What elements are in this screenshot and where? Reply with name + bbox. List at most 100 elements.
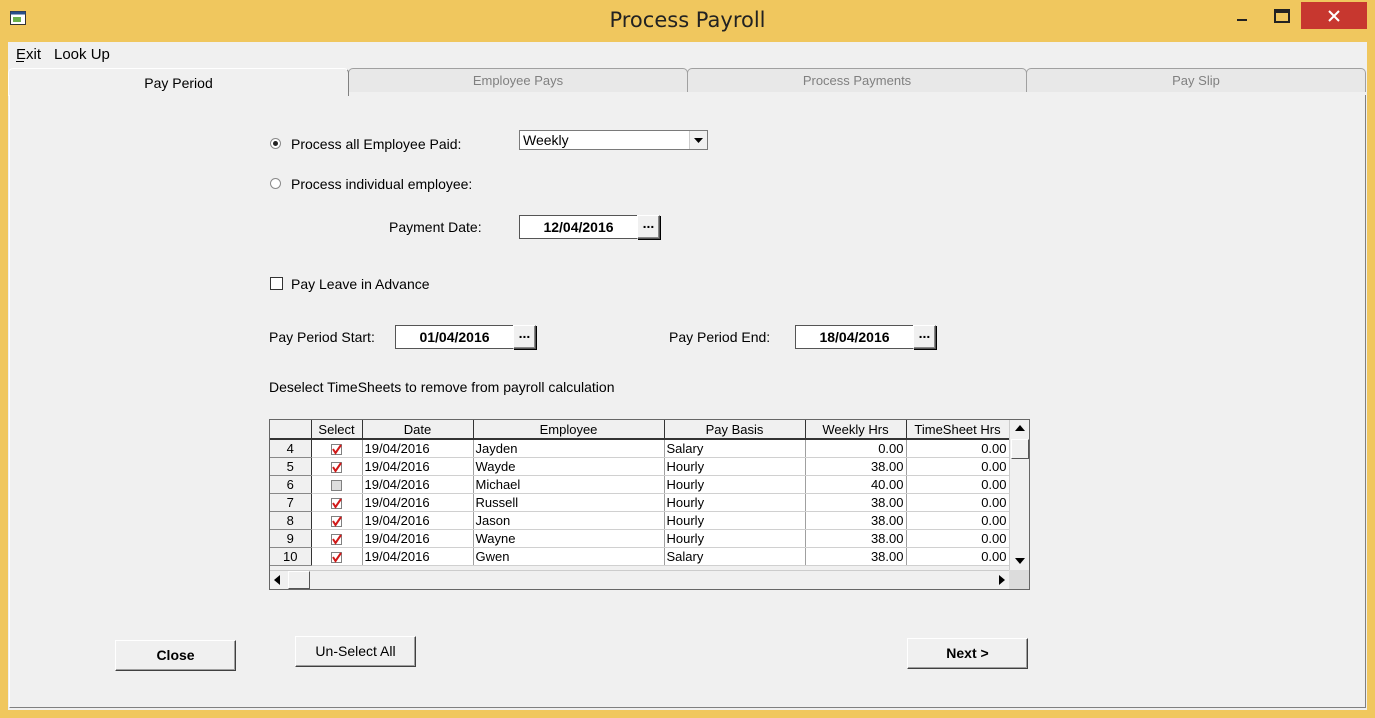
row-date[interactable]: 19/04/2016 — [362, 529, 474, 548]
period-end-picker-button[interactable]: ... — [913, 325, 936, 349]
header-employee[interactable]: Employee — [473, 420, 665, 440]
row-date[interactable]: 19/04/2016 — [362, 457, 474, 476]
row-select-cell[interactable] — [311, 493, 363, 512]
row-pay-basis[interactable]: Hourly — [664, 511, 806, 530]
row-select-checkbox[interactable] — [331, 443, 342, 455]
row-pay-basis[interactable]: Hourly — [664, 457, 806, 476]
row-weekly-hrs[interactable]: 38.00 — [805, 529, 907, 548]
row-pay-basis[interactable]: Salary — [664, 439, 806, 458]
tab-pay-period[interactable]: Pay Period — [8, 68, 349, 96]
header-weekly-hrs[interactable]: Weekly Hrs — [805, 420, 907, 440]
row-number[interactable]: 9 — [270, 529, 312, 548]
row-pay-basis[interactable]: Salary — [664, 547, 806, 566]
table-row[interactable]: 5 19/04/2016 Wayde Hourly 38.00 0.00 — [270, 457, 1010, 476]
row-pay-basis[interactable]: Hourly — [664, 493, 806, 512]
row-pay-basis[interactable]: Hourly — [664, 475, 806, 494]
row-timesheet-hrs[interactable]: 0.00 — [906, 439, 1010, 458]
row-timesheet-hrs[interactable]: 0.00 — [906, 475, 1010, 494]
menu-lookup[interactable]: Look Up — [54, 46, 110, 63]
row-select-checkbox[interactable] — [331, 479, 342, 491]
header-timesheet-hrs[interactable]: TimeSheet Hrs — [906, 420, 1010, 440]
header-date[interactable]: Date — [362, 420, 474, 440]
row-weekly-hrs[interactable]: 38.00 — [805, 457, 907, 476]
row-select-cell[interactable] — [311, 457, 363, 476]
row-select-checkbox[interactable] — [331, 515, 342, 527]
row-weekly-hrs[interactable]: 38.00 — [805, 511, 907, 530]
table-row[interactable]: 9 19/04/2016 Wayne Hourly 38.00 0.00 — [270, 529, 1010, 548]
payment-date-field[interactable]: 12/04/2016 — [519, 215, 637, 239]
row-number[interactable]: 7 — [270, 493, 312, 512]
row-date[interactable]: 19/04/2016 — [362, 511, 474, 530]
table-row[interactable]: 4 19/04/2016 Jayden Salary 0.00 0.00 — [270, 439, 1010, 458]
row-employee[interactable]: Wayde — [473, 457, 665, 476]
pay-leave-checkbox[interactable] — [270, 277, 283, 290]
row-select-checkbox[interactable] — [331, 461, 342, 473]
table-row[interactable]: 6 19/04/2016 Michael Hourly 40.00 0.00 — [270, 475, 1010, 494]
scroll-down-icon[interactable] — [1015, 558, 1025, 564]
title-bar[interactable]: Process Payroll — [0, 0, 1375, 42]
tab-process-payments[interactable]: Process Payments — [687, 68, 1027, 92]
hscroll-thumb[interactable] — [288, 571, 310, 589]
row-number[interactable]: 4 — [270, 439, 312, 458]
unselect-all-button[interactable]: Un-Select All — [295, 636, 416, 667]
row-select-cell[interactable] — [311, 511, 363, 530]
row-employee[interactable]: Jayden — [473, 439, 665, 458]
header-select[interactable]: Select — [311, 420, 363, 440]
row-weekly-hrs[interactable]: 38.00 — [805, 493, 907, 512]
scroll-left-icon[interactable] — [274, 575, 280, 585]
period-start-field[interactable]: 01/04/2016 — [395, 325, 513, 349]
row-employee[interactable]: Wayne — [473, 529, 665, 548]
payment-date-picker-button[interactable]: ... — [637, 215, 660, 239]
vertical-scrollbar[interactable] — [1009, 420, 1029, 570]
row-select-checkbox[interactable] — [331, 533, 342, 545]
maximize-button[interactable] — [1262, 2, 1302, 30]
tab-pay-slip[interactable]: Pay Slip — [1026, 68, 1366, 92]
close-button[interactable]: Close — [115, 640, 236, 671]
row-weekly-hrs[interactable]: 0.00 — [805, 439, 907, 458]
row-employee[interactable]: Michael — [473, 475, 665, 494]
row-timesheet-hrs[interactable]: 0.00 — [906, 529, 1010, 548]
tab-employee-pays[interactable]: Employee Pays — [348, 68, 688, 92]
row-employee[interactable]: Gwen — [473, 547, 665, 566]
row-timesheet-hrs[interactable]: 0.00 — [906, 511, 1010, 530]
row-date[interactable]: 19/04/2016 — [362, 475, 474, 494]
header-pay-basis[interactable]: Pay Basis — [664, 420, 806, 440]
row-employee[interactable]: Russell — [473, 493, 665, 512]
row-date[interactable]: 19/04/2016 — [362, 493, 474, 512]
row-weekly-hrs[interactable]: 38.00 — [805, 547, 907, 566]
period-start-picker-button[interactable]: ... — [513, 325, 536, 349]
row-weekly-hrs[interactable]: 40.00 — [805, 475, 907, 494]
scroll-right-icon[interactable] — [999, 575, 1005, 585]
row-select-cell[interactable] — [311, 439, 363, 458]
row-number[interactable]: 10 — [270, 547, 312, 566]
process-all-radio[interactable] — [270, 138, 281, 149]
row-select-checkbox[interactable] — [331, 497, 342, 509]
table-row[interactable]: 8 19/04/2016 Jason Hourly 38.00 0.00 — [270, 511, 1010, 530]
scroll-up-icon[interactable] — [1015, 425, 1025, 431]
row-select-cell[interactable] — [311, 475, 363, 494]
row-date[interactable]: 19/04/2016 — [362, 439, 474, 458]
row-number[interactable]: 6 — [270, 475, 312, 494]
process-individual-radio[interactable] — [270, 178, 281, 189]
scroll-thumb[interactable] — [1011, 439, 1029, 459]
minimize-button[interactable] — [1222, 2, 1262, 30]
row-select-cell[interactable] — [311, 547, 363, 566]
table-row[interactable]: 10 19/04/2016 Gwen Salary 38.00 0.00 — [270, 547, 1010, 566]
close-window-button[interactable] — [1301, 2, 1367, 29]
row-employee[interactable]: Jason — [473, 511, 665, 530]
table-row[interactable]: 7 19/04/2016 Russell Hourly 38.00 0.00 — [270, 493, 1010, 512]
next-button[interactable]: Next > — [907, 638, 1028, 669]
row-pay-basis[interactable]: Hourly — [664, 529, 806, 548]
row-select-checkbox[interactable] — [331, 551, 342, 563]
horizontal-scrollbar[interactable] — [270, 570, 1009, 589]
timesheet-grid[interactable]: Select Date Employee Pay Basis Weekly Hr… — [269, 419, 1030, 590]
pay-frequency-select[interactable]: Weekly — [519, 130, 708, 150]
row-select-cell[interactable] — [311, 529, 363, 548]
row-date[interactable]: 19/04/2016 — [362, 547, 474, 566]
row-timesheet-hrs[interactable]: 0.00 — [906, 493, 1010, 512]
period-end-field[interactable]: 18/04/2016 — [795, 325, 913, 349]
row-timesheet-hrs[interactable]: 0.00 — [906, 457, 1010, 476]
dropdown-arrow[interactable] — [689, 131, 707, 149]
row-timesheet-hrs[interactable]: 0.00 — [906, 547, 1010, 566]
row-number[interactable]: 8 — [270, 511, 312, 530]
